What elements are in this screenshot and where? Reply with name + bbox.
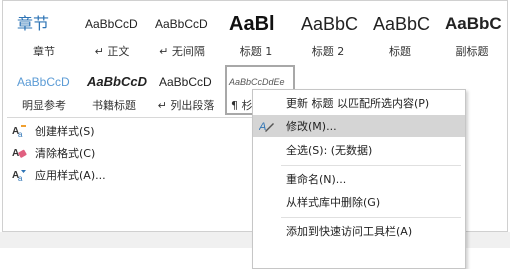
style-preview: 章节 [17,14,50,33]
style-preview: AaBbC [373,14,431,34]
style-preview: AaBbC [445,14,502,33]
style-preview: AaBbCcD [159,75,212,89]
style-caption: 副标题 [455,45,489,58]
style-chapter[interactable]: 章节 章节 [9,11,79,59]
menu-rename[interactable]: 重命名(N)... [253,168,465,190]
menu-item-label: 从样式库中删除(G) [286,196,381,209]
style-no-spacing[interactable]: AaBbCcD ↵ 无间隔 [147,11,217,59]
apply-style-icon: A a [11,167,27,183]
style-preview: AaBbCcD [155,17,208,31]
menu-separator [281,165,461,166]
style-caption: 标题 [389,45,411,58]
style-list-paragraph[interactable]: AaBbCcD ↵ 列出段落 [151,69,221,113]
style-caption: 章节 [33,45,55,58]
clear-format-label: 清除格式(C) [35,147,96,160]
style-caption: 书籍标题 [92,99,136,112]
menu-item-label: 全选(S): (无数据) [286,144,373,157]
menu-item-label: 修改(M)... [286,120,337,133]
style-preview: AaBl [229,13,275,35]
clear-format-button[interactable]: A 清除格式(C) [11,143,95,163]
style-heading-1[interactable]: AaBl 标题 1 [221,11,291,59]
style-context-menu: 更新 标题 以匹配所选内容(P) A 修改(M)... 全选(S): (无数据)… [252,89,466,269]
menu-item-label: 更新 标题 以匹配所选内容(P) [286,97,430,110]
gallery-divider [7,117,257,118]
menu-item-label: 重命名(N)... [286,173,347,186]
style-book-title[interactable]: AaBbCcD 书籍标题 [79,69,149,113]
menu-add-to-quick-access[interactable]: 添加到快速访问工具栏(A) [253,220,465,242]
svg-text:a: a [18,174,23,183]
svg-text:A: A [12,148,19,159]
menu-modify[interactable]: A 修改(M)... [253,115,465,137]
menu-select-all[interactable]: 全选(S): (无数据) [253,139,465,161]
create-style-label: 创建样式(S) [35,125,95,138]
menu-item-label: 添加到快速访问工具栏(A) [286,225,413,238]
style-caption: 标题 1 [239,45,273,58]
style-preview: AaBbC [301,14,359,34]
apply-style-button[interactable]: A a 应用样式(A)... [11,165,106,185]
style-caption: ↵ 无间隔 [159,45,205,58]
menu-update-to-match[interactable]: 更新 标题 以匹配所选内容(P) [253,92,465,114]
style-caption: 标题 2 [311,45,345,58]
svg-text:a: a [18,130,23,139]
style-preview: AaBbCcD [87,74,147,89]
style-intense-reference[interactable]: AaBbCcD 明显参考 [9,69,79,113]
menu-separator [281,217,461,218]
style-preview: AaBbCcD [85,17,138,31]
style-normal[interactable]: AaBbCcD ↵ 正文 [77,11,147,59]
style-subtitle[interactable]: AaBbC 副标题 [437,11,507,59]
style-caption: ↵ 列出段落 [157,99,215,112]
create-style-icon: A a [11,123,27,139]
create-style-button[interactable]: A a 创建样式(S) [11,121,95,141]
modify-icon: A [258,118,275,134]
clear-format-icon: A [11,145,27,161]
menu-remove-from-gallery[interactable]: 从样式库中删除(G) [253,191,465,213]
style-preview: AaBbCcD [17,75,70,89]
apply-style-label: 应用样式(A)... [35,169,106,182]
style-caption: ↵ 正文 [94,45,130,58]
style-title[interactable]: AaBbC 标题 [365,11,435,59]
style-heading-2[interactable]: AaBbC 标题 2 [293,11,363,59]
style-caption: 明显参考 [22,99,66,112]
